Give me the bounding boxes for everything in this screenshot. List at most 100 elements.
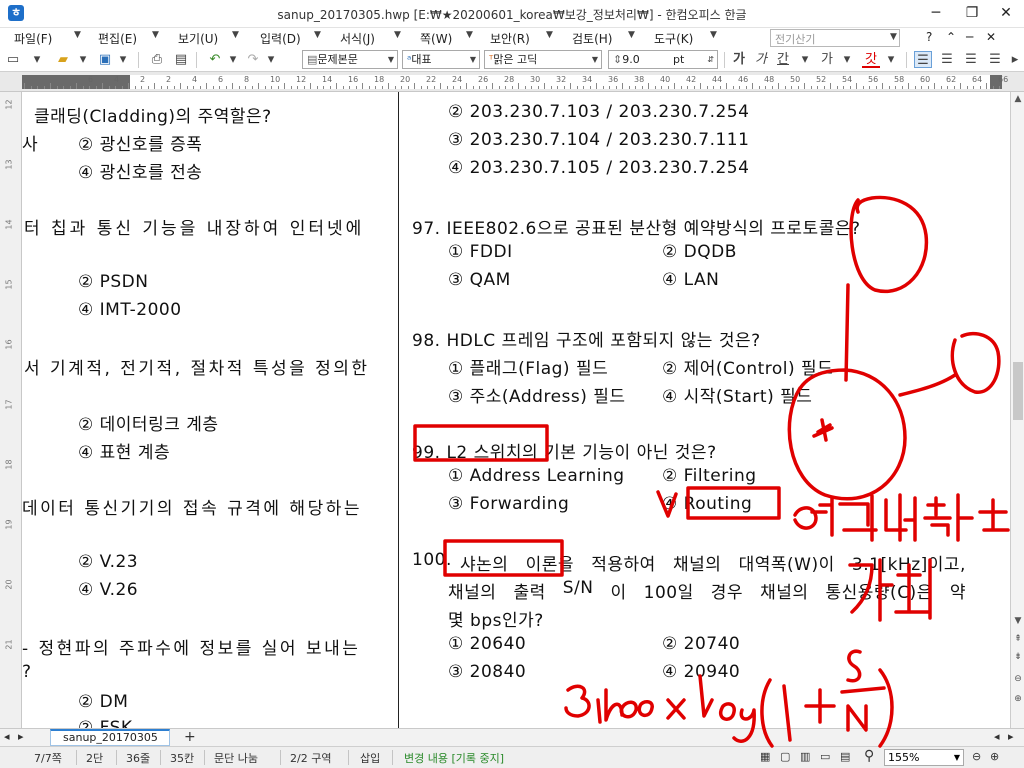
vertical-ruler-number: 20: [4, 579, 14, 590]
size-spin-icon[interactable]: ⇵: [707, 51, 714, 68]
preview-icon[interactable]: ▤: [172, 51, 190, 68]
strike-dropdown-icon[interactable]: ▾: [838, 51, 856, 68]
menu-review-arrow-icon[interactable]: ▼: [628, 30, 635, 40]
view-columns-icon[interactable]: ▥: [800, 750, 810, 763]
menu-insert[interactable]: 입력(D): [260, 30, 301, 47]
zoom-plus-icon[interactable]: ⊕: [990, 750, 999, 763]
scroll-down-icon[interactable]: ▼: [1012, 614, 1024, 628]
zoom-select[interactable]: 155% ▼: [884, 749, 964, 766]
font-size-input[interactable]: ⇕9.0 pt ⇵: [608, 50, 718, 69]
underline-button[interactable]: 간: [774, 51, 792, 68]
menu-file[interactable]: 파일(F): [14, 30, 52, 47]
zoom-search-icon[interactable]: ⚲: [864, 748, 874, 764]
status-page[interactable]: 7/7쪽: [34, 750, 62, 766]
page-down-icon[interactable]: ⇟: [1012, 650, 1024, 664]
ruler-tick: [791, 86, 792, 89]
zoom-out-icon[interactable]: ⊖: [1012, 672, 1024, 686]
ruler-tick: [258, 83, 259, 89]
ruler-tick: [992, 86, 994, 89]
menu-page[interactable]: 쪽(W): [420, 30, 452, 47]
ruler-tick: [63, 86, 64, 89]
view-book-icon[interactable]: ▭: [820, 750, 830, 763]
view-page-icon[interactable]: ▢: [780, 750, 790, 763]
vertical-ruler[interactable]: 12 13 14 15 16 17 18 19 20 21: [0, 92, 22, 728]
view-normal-icon[interactable]: ▦: [760, 750, 770, 763]
save-icon[interactable]: ▣: [96, 51, 114, 68]
status-track-changes[interactable]: 변경 내용 [기록 중지]: [404, 750, 504, 766]
menu-search-input[interactable]: 전기산기: [770, 29, 900, 47]
font-select[interactable]: ᵀ맑은 고딕 ▼: [484, 50, 602, 69]
menu-tools-arrow-icon[interactable]: ▼: [710, 30, 717, 40]
vertical-scrollbar[interactable]: ▲ ▼ ⇞ ⇟ ⊖ ⊕: [1010, 92, 1024, 728]
help-icon[interactable]: ?: [926, 30, 932, 44]
undo-dropdown-icon[interactable]: ▾: [224, 51, 242, 68]
menu-edit-arrow-icon[interactable]: ▼: [152, 30, 159, 40]
vertical-ruler-number: 15: [4, 279, 14, 290]
close-button[interactable]: ✕: [990, 2, 1022, 24]
save-dropdown-icon[interactable]: ▾: [114, 51, 132, 68]
window-minimize-doc-icon[interactable]: ─: [966, 30, 973, 44]
tab-document[interactable]: sanup_20170305: [50, 729, 170, 746]
menu-format[interactable]: 서식(J): [340, 30, 375, 47]
tab-scroll-right-icon[interactable]: ▸: [18, 730, 24, 743]
zoom-in-icon[interactable]: ⊕: [1012, 692, 1024, 706]
redo-dropdown-icon[interactable]: ▾: [262, 51, 280, 68]
menu-review[interactable]: 검토(H): [572, 30, 612, 47]
minimize-button[interactable]: ─: [920, 2, 952, 24]
vertical-ruler-number: 19: [4, 519, 14, 530]
menu-edit[interactable]: 편집(E): [98, 30, 137, 47]
menu-insert-arrow-icon[interactable]: ▼: [314, 30, 321, 40]
document-page[interactable]: 클래딩(Cladding)의 주역할은? 사 ② 광신호를 증폭 ④ 광신호를 …: [22, 92, 1002, 728]
restore-button[interactable]: ❐: [956, 2, 988, 24]
view-grid-icon[interactable]: ▤: [840, 750, 850, 763]
font-color-button[interactable]: 갓: [862, 51, 880, 68]
ruler-number: 42: [686, 75, 697, 84]
menu-security[interactable]: 보안(R): [490, 30, 530, 47]
menu-format-arrow-icon[interactable]: ▼: [394, 30, 401, 40]
menu-view[interactable]: 보기(U): [178, 30, 218, 47]
page-up-icon[interactable]: ⇞: [1012, 632, 1024, 646]
ruler-tick: [784, 86, 786, 89]
tab-menu-icon[interactable]: ◂: [994, 730, 1000, 743]
new-document-icon[interactable]: ▭: [4, 51, 22, 68]
tab-menu-icon[interactable]: ▸: [1008, 730, 1014, 743]
style-select[interactable]: ▤문제본문 ▼: [302, 50, 398, 69]
window-close-doc-icon[interactable]: ✕: [986, 30, 996, 44]
align-justify-icon[interactable]: ☰: [914, 51, 932, 68]
italic-button[interactable]: 가: [752, 51, 770, 68]
align-center-icon[interactable]: ☰: [962, 51, 980, 68]
language-select[interactable]: ᵃ대표 ▼: [402, 50, 480, 69]
ruler-tick: [290, 86, 292, 89]
menu-tools[interactable]: 도구(K): [654, 30, 693, 47]
add-tab-button[interactable]: +: [184, 729, 196, 745]
open-dropdown-icon[interactable]: ▾: [74, 51, 92, 68]
menu-page-arrow-icon[interactable]: ▼: [466, 30, 473, 40]
ruler-tick: [778, 83, 779, 89]
scroll-up-icon[interactable]: ▲: [1012, 92, 1024, 106]
zoom-minus-icon[interactable]: ⊖: [972, 750, 981, 763]
strike-button[interactable]: 가: [818, 51, 836, 68]
open-folder-icon[interactable]: ▰: [54, 51, 72, 68]
font-color-dropdown-icon[interactable]: ▾: [882, 51, 900, 68]
scrollbar-thumb[interactable]: [1013, 362, 1023, 420]
search-dropdown-icon[interactable]: ▼: [890, 32, 897, 42]
bold-button[interactable]: 가: [730, 51, 748, 68]
status-insert-mode[interactable]: 삽입: [360, 750, 380, 766]
chevron-down-icon: ▼: [953, 753, 960, 762]
ribbon-toggle-icon[interactable]: ⌃: [946, 30, 956, 44]
undo-icon[interactable]: ↶: [206, 51, 224, 68]
menu-file-arrow-icon[interactable]: ▼: [74, 30, 81, 40]
menu-security-arrow-icon[interactable]: ▼: [546, 30, 553, 40]
q99-choice-4: ④ Routing: [662, 494, 753, 514]
horizontal-ruler[interactable]: 6 4 2 2 4 6 8 10 12 14 16 18 20 22 24 26 28 30 32 34 36 38 40 4…: [0, 72, 1024, 92]
open-arrow-icon[interactable]: ▾: [28, 51, 46, 68]
align-right-icon[interactable]: ☰: [986, 51, 1004, 68]
redo-icon[interactable]: ↷: [244, 51, 262, 68]
align-left-icon[interactable]: ☰: [938, 51, 956, 68]
toolbar-more-icon[interactable]: ▸: [1006, 51, 1024, 68]
tab-scroll-left-icon[interactable]: ◂: [4, 730, 10, 743]
menu-view-arrow-icon[interactable]: ▼: [232, 30, 239, 40]
print-icon[interactable]: ⎙: [148, 51, 166, 68]
underline-dropdown-icon[interactable]: ▾: [796, 51, 814, 68]
toolbar-separator: [906, 52, 907, 68]
